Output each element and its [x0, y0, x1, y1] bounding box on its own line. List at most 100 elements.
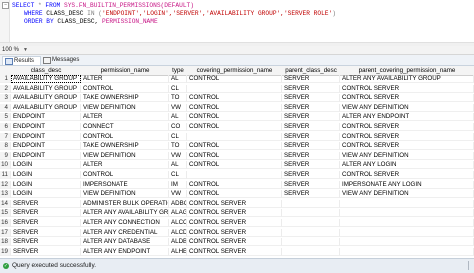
row-number[interactable]: 7 — [0, 132, 11, 141]
table-cell[interactable]: SERVER — [11, 228, 81, 237]
table-row[interactable]: 13 LOGIN VIEW DEFINITION VW CONTROL SERVER VIE… — [0, 190, 474, 199]
table-cell[interactable]: SERVER — [282, 123, 340, 131]
table-row[interactable]: 18 SERVER ALTER ANY DATABASE ALDB CONTROL SE… — [0, 238, 474, 247]
resize-grip[interactable] — [468, 261, 472, 270]
table-cell[interactable]: ALTER — [81, 75, 169, 83]
table-cell[interactable]: VIEW ANY DEFINITION — [340, 190, 474, 199]
table-cell[interactable]: SERVER — [11, 247, 81, 256]
table-cell[interactable]: SERVER — [11, 219, 81, 227]
table-cell[interactable]: AL — [169, 161, 187, 170]
table-cell[interactable]: VIEW ANY DEFINITION — [340, 151, 474, 160]
table-cell[interactable] — [340, 209, 474, 218]
table-cell[interactable]: CONTROL SERVER — [340, 84, 474, 93]
table-cell[interactable]: CONTROL — [187, 75, 282, 83]
table-cell[interactable]: LOGIN — [11, 190, 81, 199]
table-cell[interactable]: ALHE — [169, 247, 187, 256]
table-row[interactable]: 2 AVAILABILITY GROUP CONTROL CL SERVER CONTRO… — [0, 84, 474, 93]
table-cell[interactable]: AVAILABILITY GROUP — [11, 103, 81, 112]
row-number[interactable]: 4 — [0, 103, 11, 112]
table-cell[interactable] — [282, 238, 340, 247]
table-cell[interactable] — [282, 247, 340, 256]
table-cell[interactable]: ENDPOINT — [11, 151, 81, 160]
table-cell[interactable]: AVAILABILITY GROUP — [11, 75, 81, 83]
table-cell[interactable]: AL — [169, 113, 187, 122]
table-cell[interactable] — [282, 219, 340, 227]
table-row[interactable]: 4 AVAILABILITY GROUP VIEW DEFINITION VW CONT… — [0, 103, 474, 112]
table-cell[interactable]: VW — [169, 103, 187, 112]
row-number[interactable]: 14 — [0, 199, 11, 208]
table-cell[interactable] — [340, 247, 474, 256]
table-cell[interactable]: IM — [169, 180, 187, 189]
table-cell[interactable]: CONTROL — [187, 190, 282, 199]
table-cell[interactable]: SERVER — [282, 151, 340, 160]
table-cell[interactable]: CONTROL SERVER — [187, 219, 282, 227]
table-row[interactable]: 3 AVAILABILITY GROUP TAKE OWNERSHIP TO CONTR… — [0, 94, 474, 103]
table-cell[interactable]: VW — [169, 190, 187, 199]
table-cell[interactable]: SERVER — [282, 132, 340, 141]
table-row[interactable]: 9 ENDPOINT VIEW DEFINITION VW CONTROL SERVER V… — [0, 151, 474, 160]
table-cell[interactable] — [340, 199, 474, 208]
table-cell[interactable]: CONTROL SERVER — [187, 199, 282, 208]
table-cell[interactable]: CL — [169, 171, 187, 179]
chevron-down-icon[interactable]: ▼ — [23, 46, 28, 54]
table-cell[interactable]: ALTER — [81, 161, 169, 170]
table-row[interactable]: 17 SERVER ALTER ANY CREDENTIAL ALCD CONTROL … — [0, 228, 474, 237]
table-row[interactable]: 15SERVERALTER ANY AVAILABILITY GROUPALAG… — [0, 209, 474, 218]
table-row[interactable]: 5 ENDPOINT ALTER AL CONTROL SERVER ALTER ANY E… — [0, 113, 474, 122]
table-cell[interactable] — [282, 199, 340, 208]
table-cell[interactable]: CONTROL — [187, 142, 282, 151]
table-cell[interactable]: SERVER — [282, 75, 340, 83]
table-cell[interactable]: SERVER — [11, 199, 81, 208]
table-cell[interactable]: VW — [169, 151, 187, 160]
table-cell[interactable]: ALAG — [169, 209, 187, 218]
tab-results[interactable]: Results — [2, 56, 41, 65]
table-cell[interactable]: IMPERSONATE ANY LOGIN — [340, 180, 474, 189]
table-row[interactable]: 12 LOGIN IMPERSONATE IM CONTROL SERVER IMPERSO… — [0, 180, 474, 189]
table-cell[interactable]: VIEW DEFINITION — [81, 103, 169, 112]
table-cell[interactable]: TO — [169, 94, 187, 103]
table-cell[interactable]: CONTROL SERVER — [340, 132, 474, 141]
tab-messages[interactable]: Messages — [41, 56, 88, 64]
row-number[interactable]: 19 — [0, 247, 11, 256]
table-cell[interactable] — [187, 132, 282, 141]
table-cell[interactable]: CL — [169, 132, 187, 141]
row-number[interactable]: 5 — [0, 113, 11, 122]
table-cell[interactable]: CONTROL SERVER — [340, 142, 474, 151]
table-row[interactable]: 1 AVAILABILITY GROUP ALTER AL CONTROL SERVER A… — [0, 75, 474, 83]
row-number[interactable]: 13 — [0, 190, 11, 199]
table-cell[interactable]: ALCO — [169, 219, 187, 227]
table-row[interactable]: 14SERVERADMINISTER BULK OPERATIONSADBOCO… — [0, 199, 474, 208]
table-cell[interactable]: VIEW DEFINITION — [81, 190, 169, 199]
table-cell[interactable] — [340, 219, 474, 227]
table-cell[interactable]: ALTER — [81, 113, 169, 122]
row-number[interactable]: 2 — [0, 84, 11, 93]
table-cell[interactable]: ALTER ANY AVAILABILITY GROUP — [340, 75, 474, 83]
row-number[interactable]: 17 — [0, 228, 11, 237]
table-cell[interactable]: ENDPOINT — [11, 142, 81, 151]
table-cell[interactable]: TAKE OWNERSHIP — [81, 94, 169, 103]
table-cell[interactable]: SERVER — [282, 113, 340, 122]
row-number[interactable]: 16 — [0, 219, 11, 227]
row-number[interactable]: 1 — [0, 75, 11, 83]
table-cell[interactable]: ALTER ANY CONNECTION — [81, 219, 169, 227]
table-row[interactable]: 16 SERVER ALTER ANY CONNECTION ALCO CONTROL … — [0, 219, 474, 227]
table-cell[interactable]: CONTROL SERVER — [340, 171, 474, 179]
table-cell[interactable]: AVAILABILITY GROUP — [11, 84, 81, 93]
table-row[interactable]: 7 ENDPOINT CONTROL CL SERVER CONTROL SERVER — [0, 132, 474, 141]
table-cell[interactable]: ALTER ANY DATABASE — [81, 238, 169, 247]
table-cell[interactable]: CONTROL SERVER — [187, 238, 282, 247]
table-cell[interactable] — [282, 228, 340, 237]
table-cell[interactable]: CONTROL — [81, 132, 169, 141]
table-row[interactable]: 10 LOGIN ALTER AL CONTROL SERVER ALTER ANY LOG… — [0, 161, 474, 170]
table-cell[interactable]: ALTER ANY AVAILABILITY GROUP — [81, 209, 169, 218]
table-cell[interactable]: ALTER ANY ENDPOINT — [340, 113, 474, 122]
collapse-minus-icon[interactable]: − — [2, 2, 9, 9]
table-cell[interactable]: SERVER — [282, 84, 340, 93]
table-cell[interactable]: AVAILABILITY GROUP — [11, 94, 81, 103]
table-cell[interactable]: CONTROL — [187, 151, 282, 160]
table-cell[interactable]: SERVER — [282, 94, 340, 103]
table-cell[interactable]: ADMINISTER BULK OPERATIONS — [81, 199, 169, 208]
table-cell[interactable]: CONNECT — [81, 123, 169, 131]
table-cell[interactable]: CONTROL — [187, 180, 282, 189]
table-cell[interactable]: CONTROL SERVER — [187, 209, 282, 218]
